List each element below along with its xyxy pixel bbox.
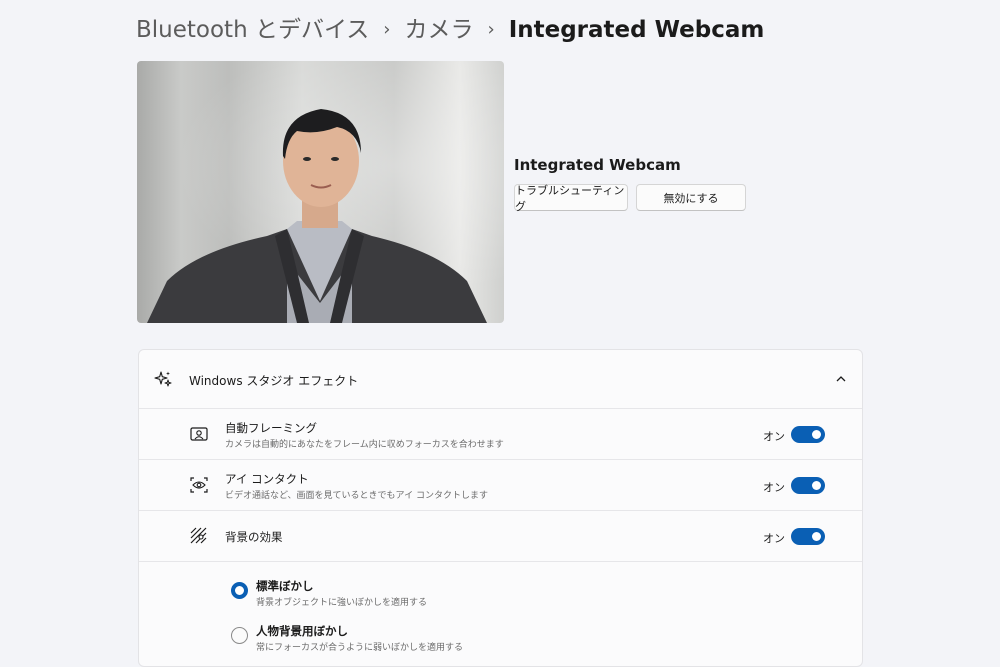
sparkle-icon — [154, 371, 172, 387]
eye-contact-row: アイ コンタクト ビデオ通話など、画面を見ているときでもアイ コンタクトします … — [139, 460, 862, 511]
camera-preview — [137, 61, 504, 323]
breadcrumb-camera[interactable]: カメラ — [404, 14, 473, 46]
breadcrumb-separator: › — [383, 19, 391, 40]
standard-blur-radio[interactable] — [231, 582, 248, 599]
standard-blur-title: 標準ぼかし — [256, 579, 314, 593]
auto-framing-toggle[interactable] — [791, 426, 825, 443]
breadcrumb-bluetooth-devices[interactable]: Bluetooth とデバイス — [136, 14, 369, 46]
background-effects-toggle[interactable] — [791, 528, 825, 545]
camera-preview-person — [147, 109, 487, 323]
eye-contact-state: オン — [763, 481, 785, 494]
disable-button[interactable]: 無効にする — [636, 184, 746, 211]
framing-icon — [190, 427, 208, 441]
background-effects-state: オン — [763, 532, 785, 545]
background-blur-options: 標準ぼかし 背景オブジェクトに強いぼかしを適用する 人物背景用ぼかし 常にフォー… — [139, 561, 862, 666]
portrait-blur-radio[interactable] — [231, 627, 248, 644]
eye-contact-subtitle: ビデオ通話など、画面を見ているときでもアイ コンタクトします — [225, 491, 488, 501]
background-effects-icon — [190, 527, 207, 544]
studio-effects-title: Windows スタジオ エフェクト — [189, 374, 359, 388]
studio-effects-header[interactable]: Windows スタジオ エフェクト — [139, 350, 862, 409]
standard-blur-subtitle: 背景オブジェクトに強いぼかしを適用する — [256, 598, 428, 608]
auto-framing-title: 自動フレーミング — [225, 421, 317, 435]
auto-framing-subtitle: カメラは自動的にあなたをフレーム内に収めフォーカスを合わせます — [225, 440, 504, 450]
breadcrumb-separator: › — [487, 19, 495, 40]
auto-framing-state: オン — [763, 430, 785, 443]
eye-contact-icon — [190, 477, 208, 493]
eye-contact-toggle[interactable] — [791, 477, 825, 494]
auto-framing-row: 自動フレーミング カメラは自動的にあなたをフレーム内に収めフォーカスを合わせます… — [139, 409, 862, 460]
troubleshoot-button[interactable]: トラブルシューティング — [514, 184, 628, 213]
eye-contact-title: アイ コンタクト — [225, 472, 309, 486]
studio-effects-card: Windows スタジオ エフェクト 自動フレーミング カメラは自動的にあなたを… — [138, 349, 863, 667]
background-effects-row: 背景の効果 オン — [139, 511, 862, 562]
background-effects-title: 背景の効果 — [225, 530, 283, 544]
chevron-up-icon[interactable] — [834, 372, 848, 386]
device-name: Integrated Webcam — [514, 156, 681, 174]
portrait-blur-subtitle: 常にフォーカスが合うように弱いぼかしを適用する — [256, 643, 464, 653]
page-title: Integrated Webcam — [508, 17, 765, 43]
portrait-blur-title: 人物背景用ぼかし — [256, 624, 348, 638]
breadcrumb: Bluetooth とデバイス › カメラ › Integrated Webca… — [136, 14, 764, 46]
